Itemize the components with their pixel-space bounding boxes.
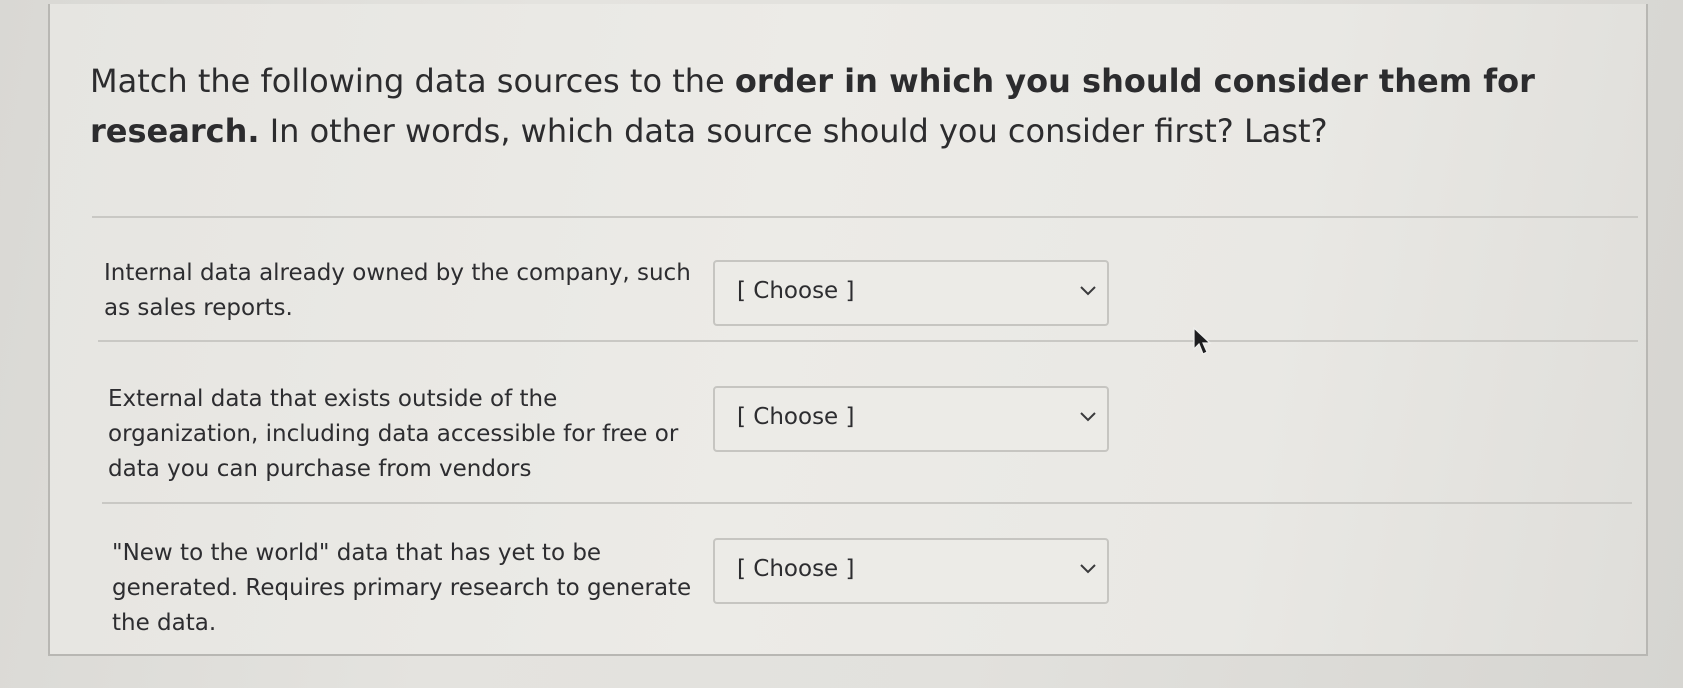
chevron-down-icon [1080,412,1096,422]
mouse-cursor-icon [1193,327,1212,355]
select-value: [ Choose ] [737,404,855,430]
select-value: [ Choose ] [737,556,855,582]
chevron-down-icon [1080,564,1096,574]
chevron-down-icon [1080,286,1096,296]
match-item-internal-data: Internal data already owned by the compa… [104,260,691,321]
divider-top [92,216,1638,218]
match-item-new-to-world-data: "New to the world" data that has yet to … [112,540,692,636]
select-value: [ Choose ] [737,278,855,304]
divider-row-2 [102,502,1632,504]
match-select-new-to-world-data[interactable]: [ Choose ] [713,538,1109,604]
match-select-internal-data[interactable]: [ Choose ] [713,260,1109,326]
match-select-external-data[interactable]: [ Choose ] [713,386,1109,452]
question-text-start: Match the following data sources to the [90,62,735,100]
divider-row-1 [98,340,1638,342]
question-text-end: In other words, which data source should… [259,112,1328,150]
question-text: Match the following data sources to the … [90,56,1650,156]
match-item-external-data: External data that exists outside of the… [108,386,679,482]
question-panel: Match the following data sources to the … [48,4,1648,656]
